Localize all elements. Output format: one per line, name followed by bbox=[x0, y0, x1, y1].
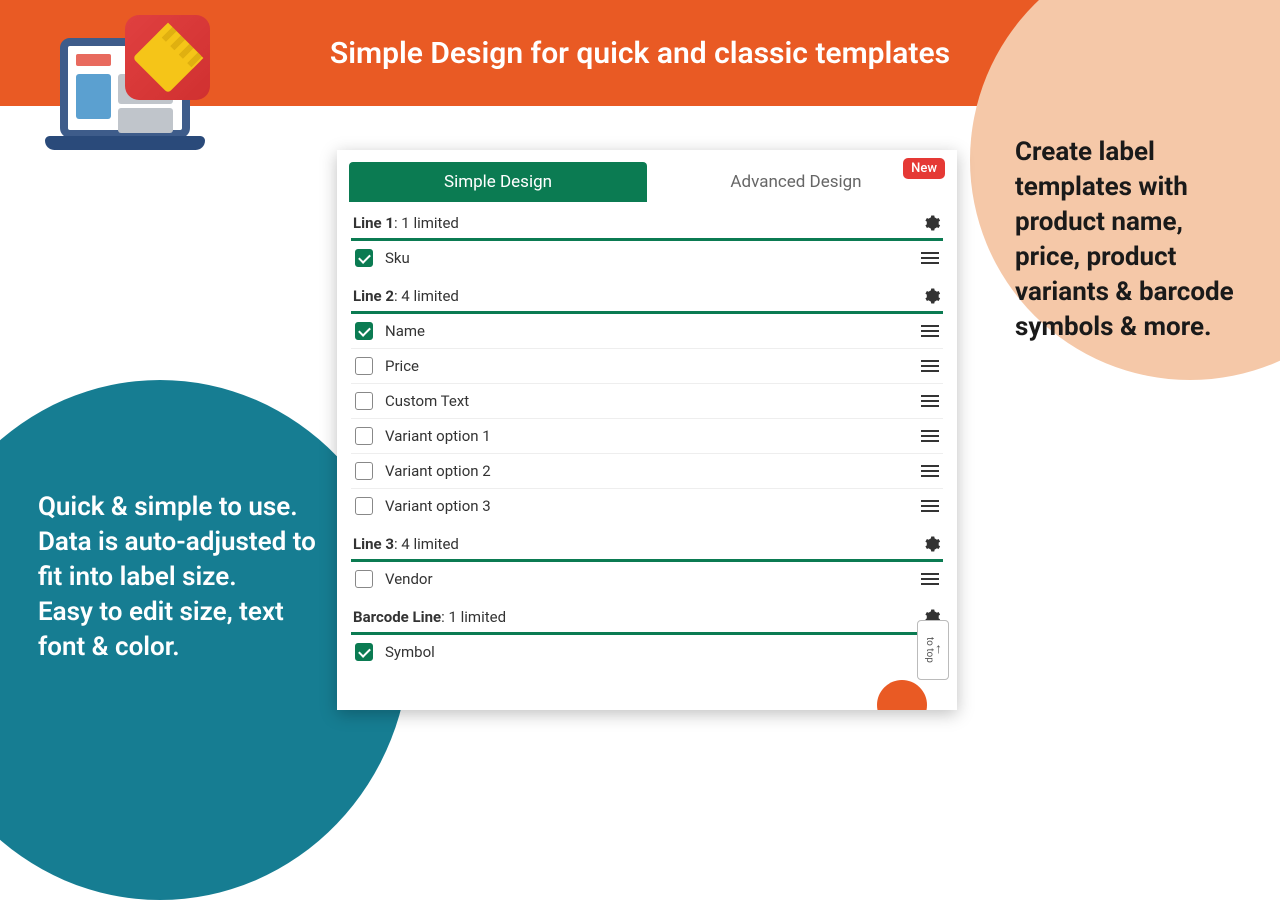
item-label: Vendor bbox=[385, 570, 921, 588]
tabs: Simple Design Advanced Design New bbox=[337, 150, 957, 202]
item-label: Variant option 3 bbox=[385, 497, 921, 515]
list-item: Vendor bbox=[351, 562, 943, 596]
barcode-title: Barcode Line: 1 limited bbox=[353, 608, 506, 626]
gear-icon[interactable] bbox=[923, 535, 941, 553]
right-description: Create label templates with product name… bbox=[1015, 135, 1240, 346]
line2-title: Line 2: 4 limited bbox=[353, 287, 459, 305]
item-label: Name bbox=[385, 322, 921, 340]
line3-section: Line 3: 4 limited Vendor bbox=[337, 523, 957, 596]
line3-title: Line 3: 4 limited bbox=[353, 535, 459, 553]
list-item: Symbol bbox=[351, 635, 943, 669]
drag-handle-icon[interactable] bbox=[921, 464, 939, 478]
action-button[interactable] bbox=[877, 680, 927, 710]
checkbox[interactable] bbox=[355, 357, 373, 375]
line1-section: Line 1: 1 limited Sku bbox=[337, 202, 957, 275]
item-label: Symbol bbox=[385, 643, 921, 661]
checkbox[interactable] bbox=[355, 497, 373, 515]
drag-handle-icon[interactable] bbox=[921, 359, 939, 373]
tab-advanced-design[interactable]: Advanced Design bbox=[647, 162, 945, 202]
drag-handle-icon[interactable] bbox=[921, 572, 939, 586]
item-label: Variant option 1 bbox=[385, 427, 921, 445]
gear-icon[interactable] bbox=[923, 214, 941, 232]
line1-title: Line 1: 1 limited bbox=[353, 214, 459, 232]
checkbox[interactable] bbox=[355, 643, 373, 661]
list-item: Variant option 2 bbox=[351, 454, 943, 489]
drag-handle-icon[interactable] bbox=[921, 324, 939, 338]
checkbox[interactable] bbox=[355, 462, 373, 480]
new-badge: New bbox=[903, 158, 945, 179]
to-top-button[interactable]: to top bbox=[917, 620, 949, 680]
item-label: Sku bbox=[385, 249, 921, 267]
checkbox[interactable] bbox=[355, 427, 373, 445]
left-description: Quick & simple to use. Data is auto-adju… bbox=[38, 490, 328, 665]
checkbox[interactable] bbox=[355, 570, 373, 588]
list-item: Name bbox=[351, 314, 943, 349]
design-panel: Simple Design Advanced Design New Line 1… bbox=[337, 150, 957, 710]
checkbox[interactable] bbox=[355, 249, 373, 267]
logo-graphic bbox=[35, 15, 215, 150]
item-label: Price bbox=[385, 357, 921, 375]
item-label: Custom Text bbox=[385, 392, 921, 410]
barcode-section: Barcode Line: 1 limited Symbol bbox=[337, 596, 957, 669]
list-item: Price bbox=[351, 349, 943, 384]
drag-handle-icon[interactable] bbox=[921, 394, 939, 408]
drag-handle-icon[interactable] bbox=[921, 429, 939, 443]
drag-handle-icon[interactable] bbox=[921, 251, 939, 265]
line2-section: Line 2: 4 limited Name Price Custom Text Va… bbox=[337, 275, 957, 523]
checkbox[interactable] bbox=[355, 392, 373, 410]
gear-icon[interactable] bbox=[923, 287, 941, 305]
checkbox[interactable] bbox=[355, 322, 373, 340]
drag-handle-icon[interactable] bbox=[921, 499, 939, 513]
tab-simple-design[interactable]: Simple Design bbox=[349, 162, 647, 202]
header-title: Simple Design for quick and classic temp… bbox=[330, 36, 950, 71]
item-label: Variant option 2 bbox=[385, 462, 921, 480]
list-item: Variant option 3 bbox=[351, 489, 943, 523]
list-item: Variant option 1 bbox=[351, 419, 943, 454]
list-item: Sku bbox=[351, 241, 943, 275]
list-item: Custom Text bbox=[351, 384, 943, 419]
